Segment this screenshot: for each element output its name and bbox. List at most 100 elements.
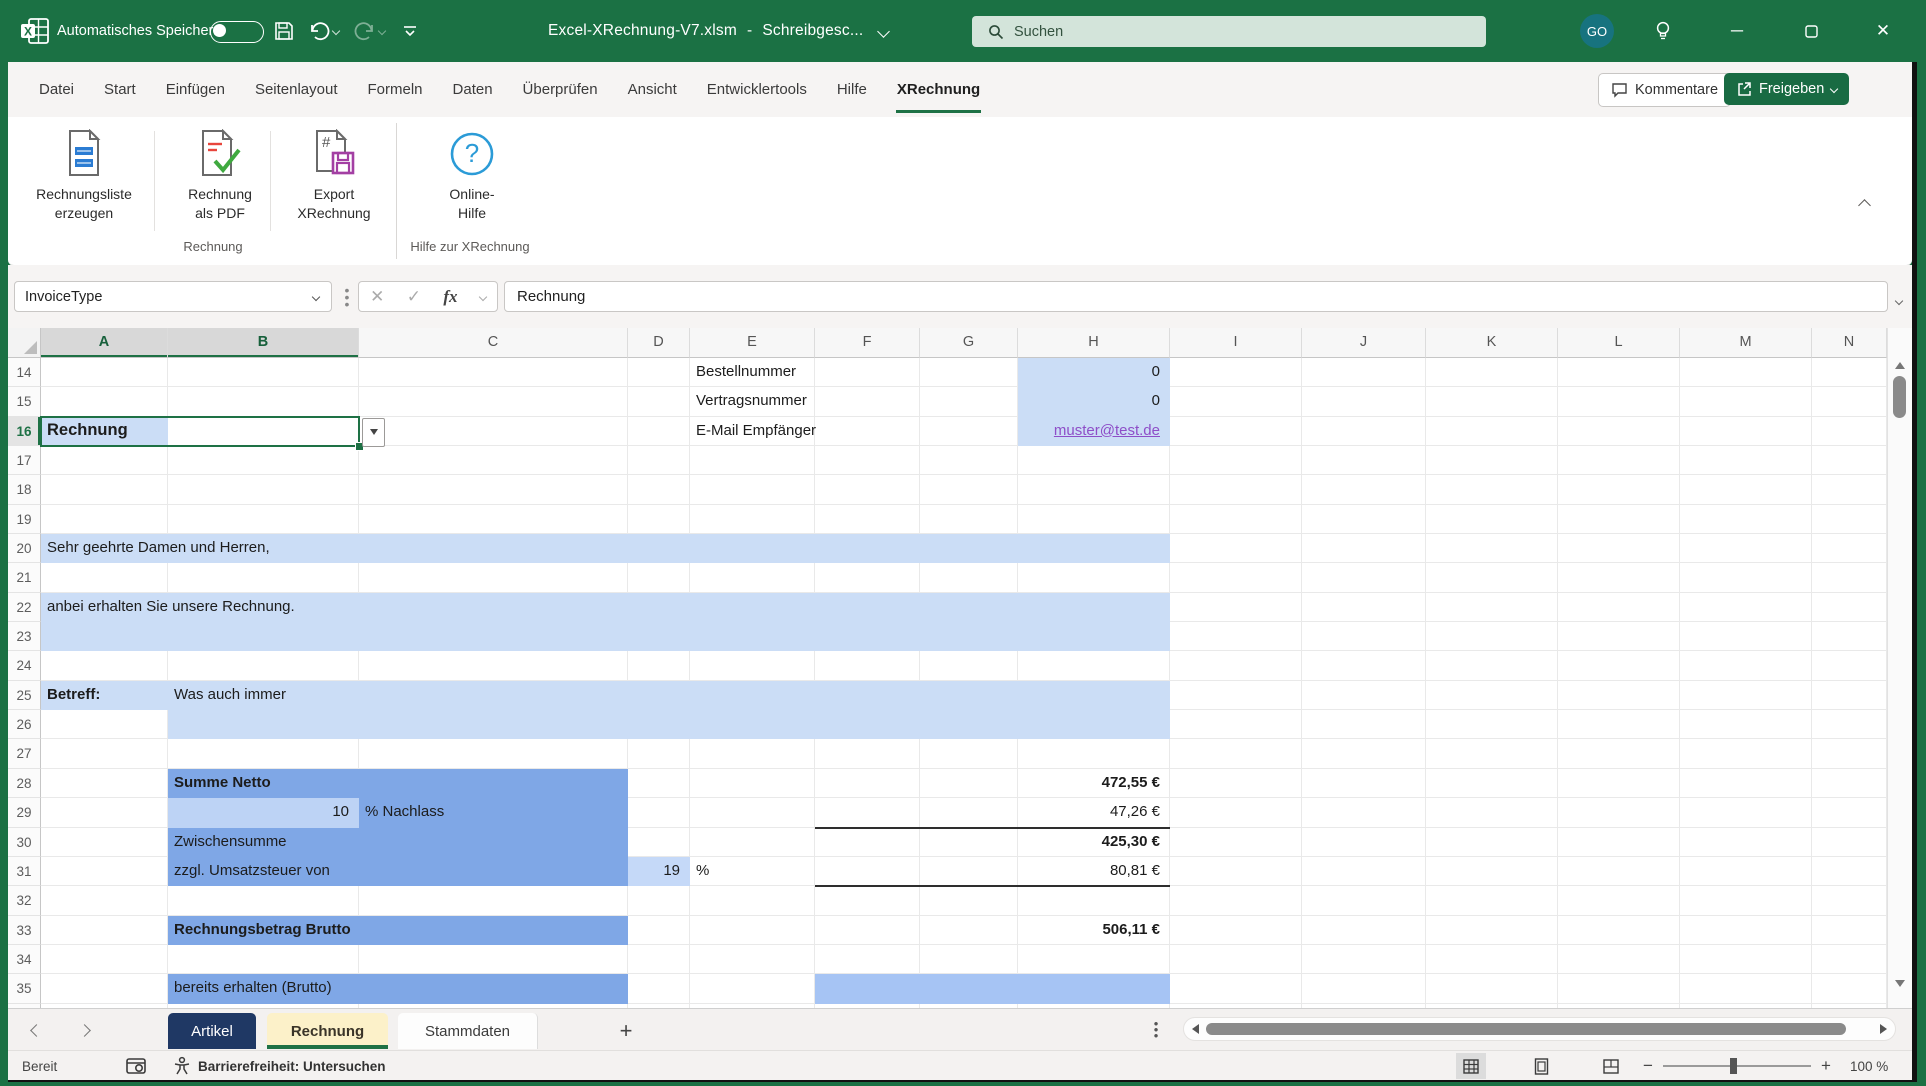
cell-H17[interactable] <box>1018 446 1170 475</box>
column-header-N[interactable]: N <box>1812 328 1887 358</box>
cell-J28[interactable] <box>1302 769 1426 798</box>
cell-M25[interactable] <box>1680 681 1812 710</box>
cell-L26[interactable] <box>1558 710 1680 739</box>
ribbon-tab-seitenlayout[interactable]: Seitenlayout <box>240 62 353 117</box>
cell-B29[interactable]: 10 <box>168 798 359 827</box>
ribbon-tab-überprüfen[interactable]: Überprüfen <box>508 62 613 117</box>
cell-K21[interactable] <box>1426 563 1558 592</box>
cell-A30[interactable] <box>41 828 168 857</box>
cell-I15[interactable] <box>1170 387 1302 416</box>
formula-input[interactable]: Rechnung <box>504 281 1888 312</box>
cell-G19[interactable] <box>920 505 1018 534</box>
cell-J29[interactable] <box>1302 798 1426 827</box>
cell-J33[interactable] <box>1302 916 1426 945</box>
cell-G22[interactable] <box>920 593 1018 622</box>
cell-G27[interactable] <box>920 739 1018 768</box>
vertical-scrollbar-thumb[interactable] <box>1893 376 1906 418</box>
row-header-20[interactable]: 20 <box>8 534 41 563</box>
cell-M28[interactable] <box>1680 769 1812 798</box>
cell-D31[interactable]: 19 <box>628 857 690 886</box>
cell-L14[interactable] <box>1558 358 1680 387</box>
name-box-dropdown-icon[interactable] <box>312 292 320 300</box>
cell-I17[interactable] <box>1170 446 1302 475</box>
cell-N14[interactable] <box>1812 358 1887 387</box>
cell-C18[interactable] <box>359 475 628 504</box>
row-header-17[interactable]: 17 <box>8 446 41 475</box>
cell-L23[interactable] <box>1558 622 1680 651</box>
cell-F18[interactable] <box>815 475 920 504</box>
cell-D30[interactable] <box>628 828 690 857</box>
row-header-19[interactable]: 19 <box>8 505 41 534</box>
cell-E30[interactable] <box>690 828 815 857</box>
cell-A18[interactable] <box>41 475 168 504</box>
cell-N17[interactable] <box>1812 446 1887 475</box>
function-dropdown-icon[interactable] <box>479 292 487 300</box>
cell-L29[interactable] <box>1558 798 1680 827</box>
column-header-L[interactable]: L <box>1558 328 1680 358</box>
cell-F29[interactable] <box>815 798 920 827</box>
row-header-15[interactable]: 15 <box>8 387 41 416</box>
cell-E28[interactable] <box>690 769 815 798</box>
row-header-29[interactable]: 29 <box>8 798 41 827</box>
cell-K17[interactable] <box>1426 446 1558 475</box>
cell-E25[interactable] <box>690 681 815 710</box>
cell-A33[interactable] <box>41 916 168 945</box>
cell-F28[interactable] <box>815 769 920 798</box>
cell-F19[interactable] <box>815 505 920 534</box>
cell-L25[interactable] <box>1558 681 1680 710</box>
online-hilfe-button[interactable]: ? Online- Hilfe <box>418 125 526 237</box>
cell-M29[interactable] <box>1680 798 1812 827</box>
scroll-up-icon[interactable] <box>1895 362 1905 369</box>
cell-J15[interactable] <box>1302 387 1426 416</box>
cell-F35[interactable] <box>815 974 920 1003</box>
cell-E22[interactable] <box>690 593 815 622</box>
ribbon-tab-start[interactable]: Start <box>89 62 151 117</box>
save-icon[interactable] <box>274 0 294 62</box>
cell-B26[interactable] <box>168 710 359 739</box>
cell-G17[interactable] <box>920 446 1018 475</box>
cell-A35[interactable] <box>41 974 168 1003</box>
cell-K23[interactable] <box>1426 622 1558 651</box>
cell-N28[interactable] <box>1812 769 1887 798</box>
title-dropdown-icon[interactable] <box>877 25 890 38</box>
cell-A23[interactable] <box>41 622 168 651</box>
cell-H25[interactable] <box>1018 681 1170 710</box>
cell-G32[interactable] <box>920 886 1018 915</box>
cell-E21[interactable] <box>690 563 815 592</box>
cell-L18[interactable] <box>1558 475 1680 504</box>
cell-F22[interactable] <box>815 593 920 622</box>
cell-H29[interactable]: 47,26 € <box>1018 798 1170 827</box>
cell-D26[interactable] <box>628 710 690 739</box>
cell-D14[interactable] <box>628 358 690 387</box>
column-header-B[interactable]: B <box>168 328 359 358</box>
cell-E31[interactable]: % <box>690 857 815 886</box>
row-header-24[interactable]: 24 <box>8 651 41 680</box>
cell-K33[interactable] <box>1426 916 1558 945</box>
cell-E18[interactable] <box>690 475 815 504</box>
cell-F26[interactable] <box>815 710 920 739</box>
expand-formula-bar-icon[interactable] <box>1896 291 1902 309</box>
cell-K27[interactable] <box>1426 739 1558 768</box>
cell-H33[interactable]: 506,11 € <box>1018 916 1170 945</box>
cell-J26[interactable] <box>1302 710 1426 739</box>
cell-J17[interactable] <box>1302 446 1426 475</box>
cell-C28[interactable] <box>359 769 628 798</box>
cell-N26[interactable] <box>1812 710 1887 739</box>
cell-H26[interactable] <box>1018 710 1170 739</box>
cell-N23[interactable] <box>1812 622 1887 651</box>
cell-L24[interactable] <box>1558 651 1680 680</box>
cell-C30[interactable] <box>359 828 628 857</box>
cell-J25[interactable] <box>1302 681 1426 710</box>
cell-E19[interactable] <box>690 505 815 534</box>
cell-A28[interactable] <box>41 769 168 798</box>
cell-H32[interactable] <box>1018 886 1170 915</box>
cell-J22[interactable] <box>1302 593 1426 622</box>
document-title[interactable]: Excel-XRechnung-V7.xlsm - Schreibgesc... <box>548 0 888 62</box>
sheet-tab-artikel[interactable]: Artikel <box>168 1013 256 1049</box>
cell-F20[interactable] <box>815 534 920 563</box>
cell-F25[interactable] <box>815 681 920 710</box>
view-page-layout-button[interactable] <box>1526 1053 1556 1079</box>
cell-K24[interactable] <box>1426 651 1558 680</box>
cell-D35[interactable] <box>628 974 690 1003</box>
cell-N16[interactable] <box>1812 417 1887 446</box>
